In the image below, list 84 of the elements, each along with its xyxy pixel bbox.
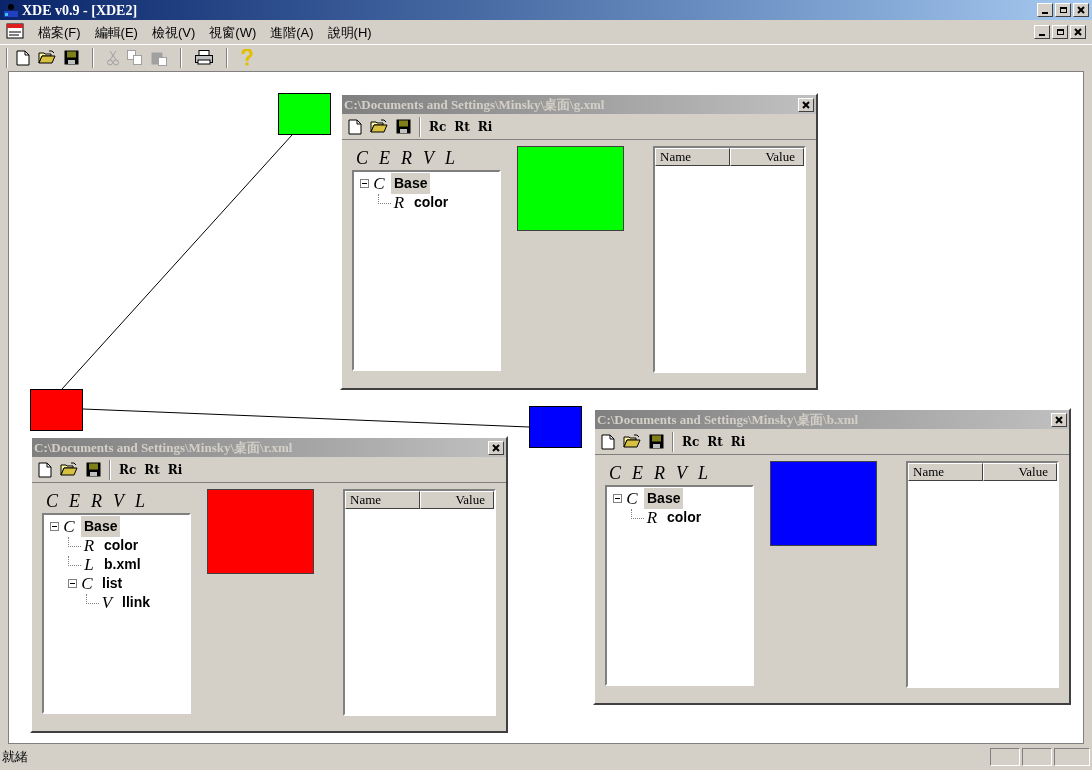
- canvas-node[interactable]: [30, 389, 83, 431]
- toolbar-button[interactable]: Ri: [477, 120, 493, 133]
- close-icon: [492, 443, 500, 452]
- close-icon: [1077, 6, 1085, 14]
- tree-toggle[interactable]: [360, 179, 369, 188]
- palette-button[interactable]: L: [445, 149, 456, 167]
- restore-button[interactable]: [1052, 25, 1068, 39]
- menu-item[interactable]: 檔案(F): [38, 25, 81, 39]
- tree-item[interactable]: llink: [119, 592, 153, 613]
- status-pane: [1022, 748, 1052, 766]
- palette-button[interactable]: V: [113, 492, 124, 510]
- document-icon: [6, 23, 24, 41]
- restore-button[interactable]: [1055, 3, 1071, 17]
- menu-item[interactable]: 檢視(V): [151, 25, 196, 39]
- status-text: 就緒: [2, 748, 28, 767]
- column-header[interactable]: Value: [730, 148, 804, 166]
- tree-item[interactable]: Base: [81, 516, 121, 537]
- close-icon: [1074, 28, 1082, 36]
- folder-icon[interactable]: [60, 462, 78, 477]
- toolbar-button[interactable]: Rc: [119, 463, 137, 476]
- minimize-button[interactable]: [1034, 25, 1050, 39]
- toolbar-button[interactable]: Ri: [167, 463, 183, 476]
- tree-item[interactable]: Base: [391, 173, 431, 194]
- status-pane: [1054, 748, 1090, 766]
- tree-node-icon: C: [371, 171, 387, 196]
- column-header[interactable]: Value: [983, 463, 1057, 481]
- new-file-icon[interactable]: [38, 461, 52, 478]
- close-button[interactable]: [1070, 25, 1086, 39]
- status-pane: [990, 748, 1020, 766]
- column-header[interactable]: Name: [345, 491, 420, 509]
- palette-button[interactable]: C: [46, 492, 58, 510]
- tree-toggle[interactable]: [613, 494, 622, 503]
- tree-node-icon: C: [624, 486, 640, 511]
- close-icon: [1055, 415, 1063, 424]
- tree-item[interactable]: Base: [644, 488, 684, 509]
- menu-item[interactable]: 編輯(E): [94, 25, 138, 39]
- close-button[interactable]: [798, 97, 814, 112]
- tree-item[interactable]: b.xml: [101, 554, 144, 575]
- tree-toggle[interactable]: [50, 522, 59, 531]
- close-button[interactable]: [1051, 412, 1067, 427]
- toolbar-button[interactable]: Rt: [144, 463, 160, 476]
- palette-button[interactable]: E: [632, 464, 643, 482]
- column-header[interactable]: Name: [908, 463, 983, 481]
- new-file-icon[interactable]: [601, 433, 615, 450]
- tree-node-icon: C: [61, 514, 77, 539]
- menu-item[interactable]: 視窗(W): [209, 25, 257, 39]
- window-title: XDE v0.9 - [XDE2]: [22, 1, 138, 20]
- new-file-icon[interactable]: [348, 118, 362, 135]
- tree-item[interactable]: color: [411, 192, 452, 213]
- palette-button[interactable]: R: [91, 492, 102, 510]
- canvas-node[interactable]: [278, 93, 331, 135]
- tree-item[interactable]: color: [664, 507, 705, 528]
- palette-button[interactable]: R: [654, 464, 665, 482]
- folder-icon[interactable]: [370, 119, 388, 134]
- palette-button[interactable]: R: [401, 149, 412, 167]
- printer-icon[interactable]: [195, 50, 213, 65]
- menu-item[interactable]: 說明(H): [327, 25, 372, 39]
- palette-button[interactable]: E: [379, 149, 390, 167]
- close-button[interactable]: [488, 440, 504, 455]
- palette-button[interactable]: E: [69, 492, 80, 510]
- palette-button[interactable]: L: [135, 492, 146, 510]
- palette-button[interactable]: C: [356, 149, 368, 167]
- tree-item[interactable]: color: [101, 535, 142, 556]
- new-file-icon[interactable]: [16, 49, 30, 66]
- toolbar-button[interactable]: Rc: [682, 435, 700, 448]
- palette-button[interactable]: C: [609, 464, 621, 482]
- toolbar-button[interactable]: Rt: [454, 120, 470, 133]
- palette-button[interactable]: L: [698, 464, 709, 482]
- app-icon: [3, 2, 19, 18]
- palette-button[interactable]: V: [423, 149, 434, 167]
- close-icon: [802, 100, 810, 109]
- canvas-node[interactable]: [529, 406, 582, 448]
- folder-icon[interactable]: [623, 434, 641, 449]
- minimize-button[interactable]: [1037, 3, 1053, 17]
- menu-item[interactable]: 進階(A): [270, 25, 314, 39]
- toolbar-button[interactable]: Rc: [429, 120, 447, 133]
- tree-toggle[interactable]: [68, 579, 77, 588]
- column-header[interactable]: Value: [420, 491, 494, 509]
- folder-icon[interactable]: [38, 50, 56, 65]
- palette-button[interactable]: V: [676, 464, 687, 482]
- toolbar-button[interactable]: Ri: [730, 435, 746, 448]
- close-button[interactable]: [1073, 3, 1089, 17]
- toolbar-button[interactable]: Rt: [707, 435, 723, 448]
- column-header[interactable]: Name: [655, 148, 730, 166]
